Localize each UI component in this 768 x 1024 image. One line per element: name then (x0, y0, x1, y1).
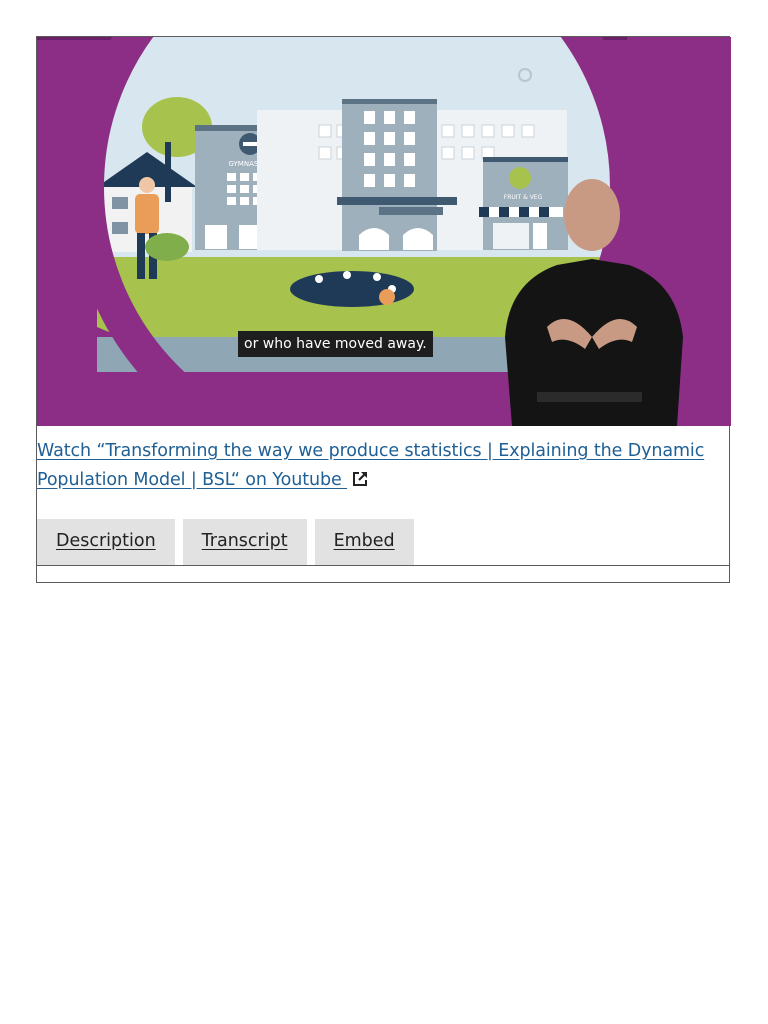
watch-on-youtube-link[interactable]: Watch “Transforming the way we produce s… (37, 437, 707, 495)
tab-embed[interactable]: Embed (314, 519, 414, 565)
external-link-icon (353, 472, 368, 486)
video-card: GYMNASIUM FRUIT & VEG or who have moved … (36, 36, 731, 583)
tab-description[interactable]: Description (37, 519, 175, 565)
watch-link-text: Watch “Transforming the way we produce s… (37, 441, 705, 490)
video-player[interactable]: GYMNASIUM FRUIT & VEG or who have moved … (37, 37, 731, 426)
tab-panel-divider (37, 565, 729, 566)
video-caption: or who have moved away. (238, 331, 433, 357)
tab-transcript[interactable]: Transcript (182, 519, 307, 565)
video-thumbnail: GYMNASIUM FRUIT & VEG (37, 37, 731, 426)
video-tabs: Description Transcript Embed (37, 519, 414, 565)
fruit-veg-sign: FRUIT & VEG (504, 194, 543, 201)
